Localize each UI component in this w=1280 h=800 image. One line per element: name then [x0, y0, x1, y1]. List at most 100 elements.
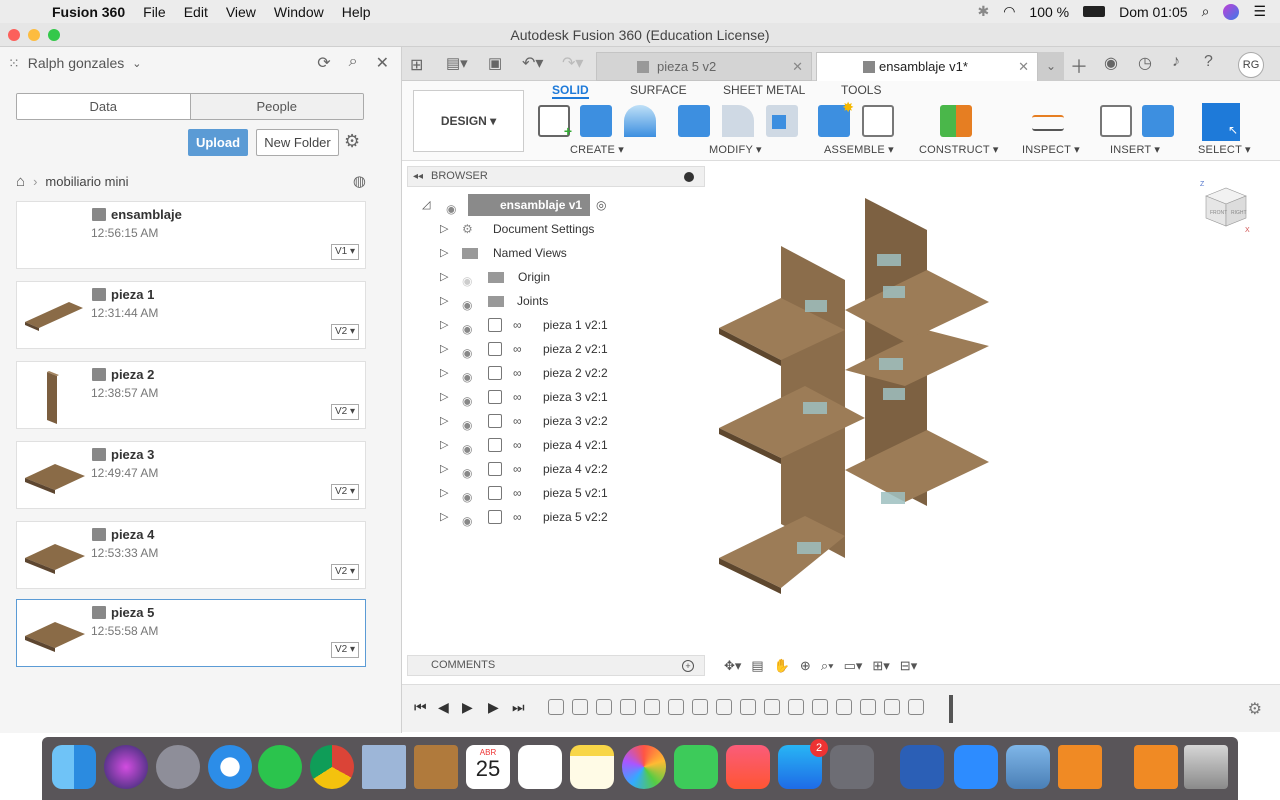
visibility-eye-icon[interactable]: ◉ — [462, 318, 476, 336]
timeline-joint-icon[interactable] — [668, 699, 684, 715]
viewports-icon[interactable]: ⊟▾ — [900, 658, 917, 674]
play-icon[interactable]: ▶ — [462, 699, 473, 716]
redo-icon[interactable]: ↷▾ — [562, 53, 583, 73]
music-icon[interactable] — [726, 745, 770, 789]
version-dropdown[interactable]: V1 ▾ — [331, 244, 359, 260]
launchpad-icon[interactable] — [156, 745, 200, 789]
tree-item-pieza-4-v2-1[interactable]: ▷ ◉ ∞ pieza 4 v2:1 — [440, 434, 640, 456]
help-icon[interactable]: ? — [1204, 53, 1213, 71]
visibility-eye-icon[interactable]: ◉ — [462, 294, 476, 312]
file-card-pieza-3[interactable]: pieza 3 12:49:47 AM V2 ▾ — [16, 441, 366, 509]
modify-menu[interactable]: MODIFY ▾ — [709, 143, 762, 156]
timeline-joint-icon[interactable] — [644, 699, 660, 715]
visibility-eye-icon[interactable]: ◉ — [462, 366, 476, 384]
timeline-joint-icon[interactable] — [572, 699, 588, 715]
select-icon[interactable]: ↖ — [1202, 103, 1240, 141]
tree-item-pieza-3-v2-1[interactable]: ▷ ◉ ∞ pieza 3 v2:1 — [440, 386, 640, 408]
expand-arrow-icon[interactable]: ▷ — [440, 290, 448, 312]
timeline-joint-icon[interactable] — [812, 699, 828, 715]
chrome-icon[interactable] — [310, 745, 354, 789]
notes-icon[interactable] — [570, 745, 614, 789]
version-dropdown[interactable]: V2 ▾ — [331, 404, 359, 420]
go-to-start-icon[interactable]: ⏮ — [414, 699, 427, 716]
battery-icon[interactable] — [1083, 6, 1106, 17]
tab-overflow-icon[interactable]: ⌄ — [1038, 52, 1064, 81]
refresh-icon[interactable]: ⟳ — [317, 53, 330, 73]
facetime-icon[interactable] — [674, 745, 718, 789]
orbit-icon[interactable]: ✥▾ — [724, 658, 741, 674]
tree-item-pieza-2-v2-2[interactable]: ▷ ◉ ∞ pieza 2 v2:2 — [440, 362, 640, 384]
select-menu[interactable]: SELECT ▾ — [1198, 143, 1251, 156]
bluetooth-icon[interactable]: ✱ — [977, 3, 989, 20]
tree-root[interactable]: ◿ ◉ ensamblaje v1 ◎ — [422, 194, 622, 216]
expand-arrow-icon[interactable]: ▷ — [440, 218, 448, 240]
photos-icon[interactable] — [622, 745, 666, 789]
tree-item-named-views[interactable]: ▷ Named Views — [440, 242, 640, 264]
construct-menu[interactable]: CONSTRUCT ▾ — [919, 143, 999, 156]
expand-arrow-icon[interactable]: ▷ — [440, 338, 448, 360]
timeline-joint-icon[interactable] — [620, 699, 636, 715]
chevron-down-icon[interactable]: ⌄ — [132, 57, 141, 70]
tab-tools[interactable]: TOOLS — [841, 83, 881, 97]
siri-icon[interactable] — [1223, 3, 1240, 20]
file-card-pieza-5[interactable]: pieza 5 12:55:58 AM V2 ▾ — [16, 599, 366, 667]
extensions-icon[interactable]: ◉ — [1104, 53, 1118, 73]
tab-pieza-5[interactable]: pieza 5 v2 ✕ — [596, 52, 812, 81]
file-card-pieza-1[interactable]: pieza 1 12:31:44 AM V2 ▾ — [16, 281, 366, 349]
spotlight-icon[interactable]: ⌕ — [1202, 3, 1210, 20]
tab-sheet-metal[interactable]: SHEET METAL — [723, 83, 805, 97]
tab-ensamblaje[interactable]: ensamblaje v1* ✕ — [816, 52, 1038, 81]
job-status-icon[interactable]: ◷ — [1138, 53, 1152, 73]
visibility-eye-icon[interactable]: ◉ — [462, 510, 476, 528]
preview-icon[interactable] — [1006, 745, 1050, 789]
extrude-icon[interactable] — [580, 105, 612, 137]
root-label[interactable]: ensamblaje v1 — [468, 194, 591, 216]
word-icon[interactable] — [900, 745, 944, 789]
whatsapp-icon[interactable] — [258, 745, 302, 789]
timeline-joint-icon[interactable] — [908, 699, 924, 715]
expand-arrow-icon[interactable]: ▷ — [440, 506, 448, 528]
menu-view[interactable]: View — [226, 4, 256, 20]
tree-item-joints[interactable]: ▷ ◉ Joints — [440, 290, 640, 312]
battery-percent[interactable]: 100 % — [1029, 4, 1069, 20]
visibility-eye-icon[interactable]: ◉ — [462, 414, 476, 432]
tab-people[interactable]: People — [189, 94, 363, 119]
timeline-joint-icon[interactable] — [740, 699, 756, 715]
globe-icon[interactable]: ◍ — [353, 172, 366, 190]
undo-icon[interactable]: ↶▾ — [522, 53, 543, 73]
look-at-icon[interactable]: ▤ — [751, 658, 763, 674]
display-settings-icon[interactable]: ▭▾ — [844, 658, 863, 674]
visibility-eye-icon[interactable]: ◉ — [446, 198, 460, 216]
visibility-eye-icon[interactable]: ◉ — [462, 462, 476, 480]
finder-icon[interactable] — [52, 745, 96, 789]
expand-arrow-icon[interactable]: ▷ — [440, 386, 448, 408]
fillet-icon[interactable] — [722, 105, 754, 137]
viewcube-face-right[interactable]: RIGHT — [1231, 210, 1247, 216]
menu-help[interactable]: Help — [342, 4, 371, 20]
upload-button[interactable]: Upload — [188, 129, 248, 156]
offset-plane-icon[interactable] — [940, 105, 972, 137]
menu-edit[interactable]: Edit — [184, 4, 208, 20]
timeline-joint-icon[interactable] — [716, 699, 732, 715]
safari-icon[interactable] — [208, 745, 252, 789]
reminders-icon[interactable] — [518, 745, 562, 789]
new-folder-button[interactable]: New Folder — [256, 129, 339, 156]
expand-arrow-icon[interactable]: ▷ — [440, 458, 448, 480]
collapse-arrow-icon[interactable]: ◿ — [422, 194, 430, 216]
timeline-settings-icon[interactable]: ⚙ — [1248, 699, 1262, 719]
step-back-icon[interactable]: ◀ — [438, 699, 449, 716]
shell-icon[interactable] — [766, 105, 798, 137]
version-dropdown[interactable]: V2 ▾ — [331, 324, 359, 340]
grid-icon[interactable]: ⊞▾ — [872, 658, 889, 674]
insert-menu[interactable]: INSERT ▾ — [1110, 143, 1160, 156]
expand-arrow-icon[interactable]: ▷ — [440, 314, 448, 336]
tree-item-pieza-1-v2-1[interactable]: ▷ ◉ ∞ pieza 1 v2:1 — [440, 314, 640, 336]
calendar-icon[interactable]: ABR 25 — [466, 745, 510, 789]
create-sketch-icon[interactable]: + — [538, 105, 572, 139]
mail-icon[interactable] — [362, 745, 406, 789]
tree-item-document-settings[interactable]: ▷ ⚙ Document Settings — [440, 218, 640, 240]
minimize-window-button[interactable] — [28, 29, 40, 41]
user-name[interactable]: Ralph gonzales — [28, 55, 125, 71]
comments-panel-header[interactable]: COMMENTS + — [407, 655, 705, 676]
timeline-joint-icon[interactable] — [548, 699, 564, 715]
